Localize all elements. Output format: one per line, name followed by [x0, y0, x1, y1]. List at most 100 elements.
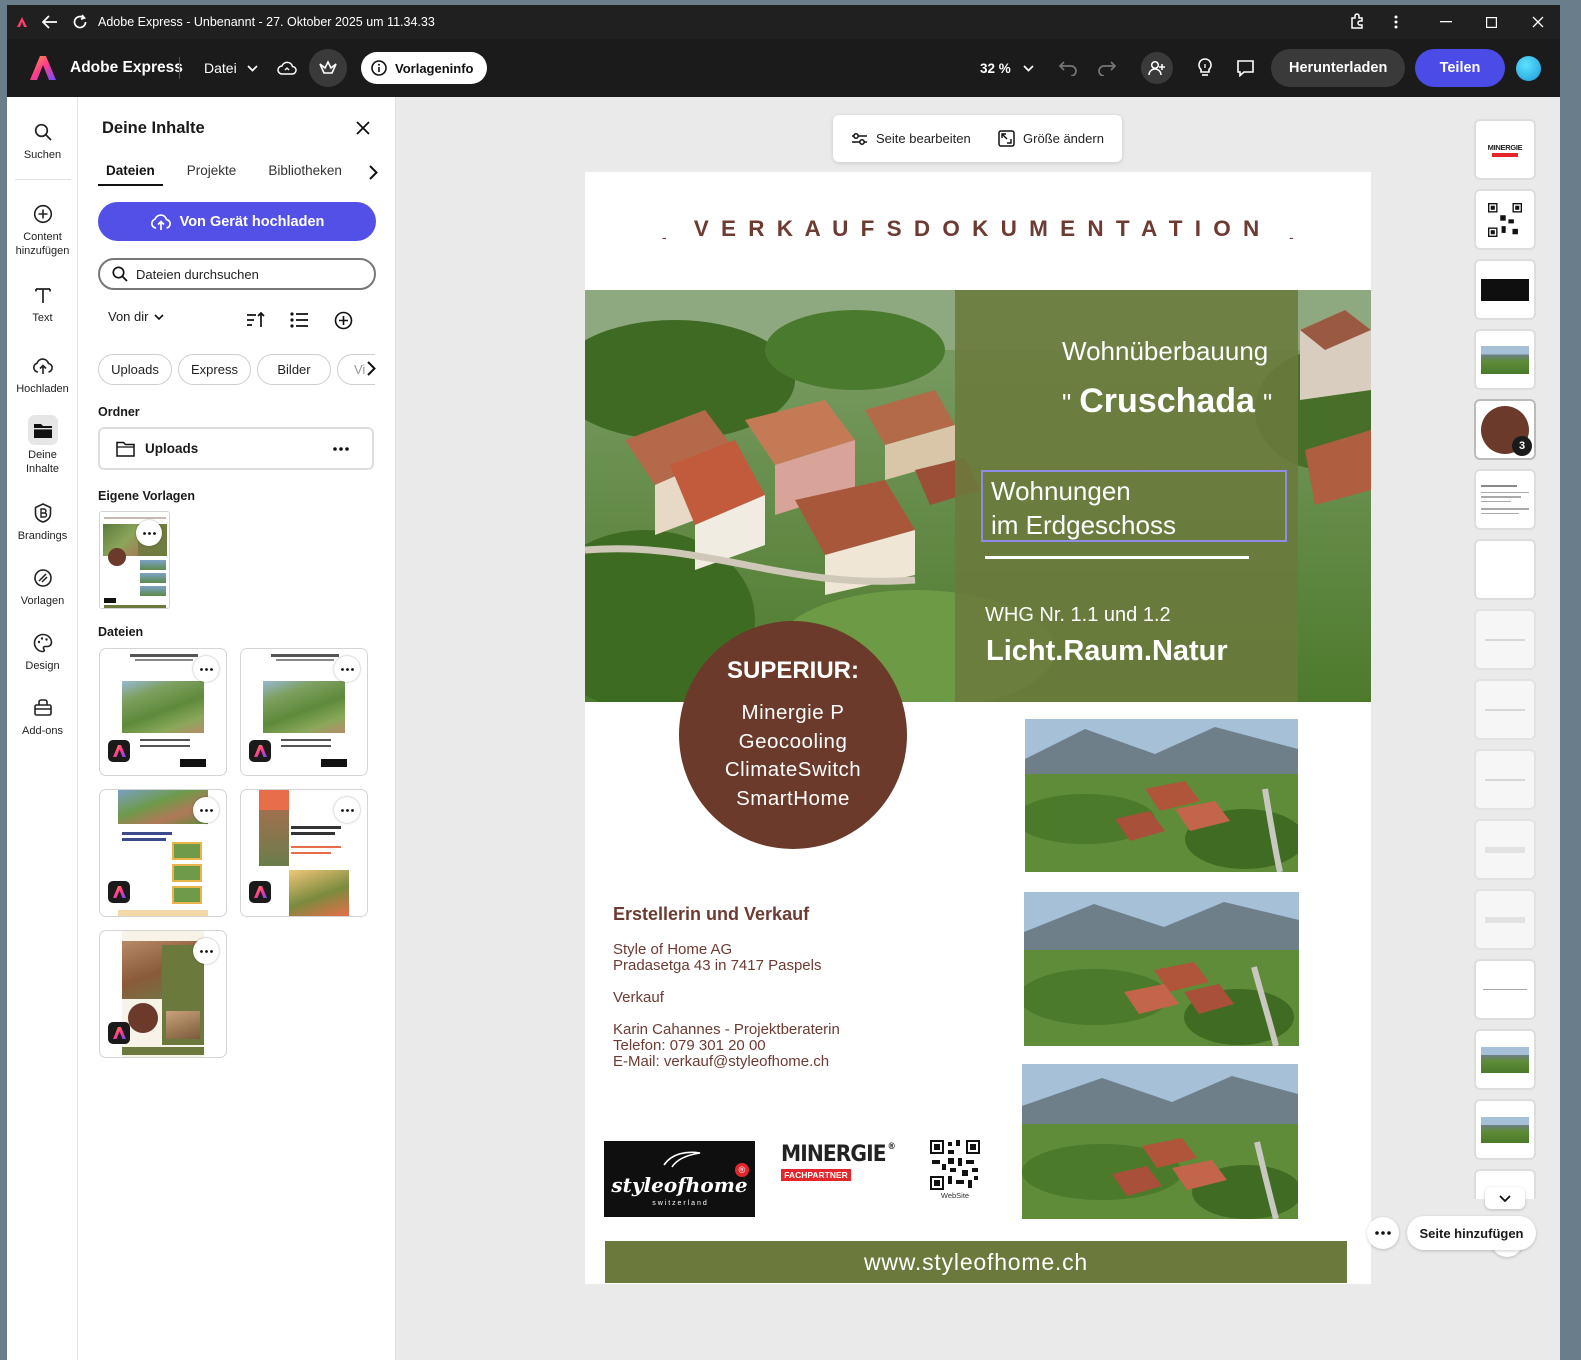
invite-collaborator-button[interactable] [1141, 39, 1173, 97]
magic-premium-button[interactable] [309, 39, 347, 97]
page-options-button[interactable] [1367, 1217, 1399, 1249]
page-thumbnail-strip: MINERGIE 3 [1469, 97, 1560, 1360]
resize-button[interactable]: Größe ändern [998, 130, 1104, 147]
minergie-logo[interactable]: MINERGIE ® FACHPARTNER [781, 1142, 905, 1181]
download-button[interactable]: Herunterladen [1271, 39, 1406, 97]
website-qr-code[interactable]: WebSite [930, 1140, 980, 1200]
page-thumb-14[interactable] [1474, 1029, 1536, 1090]
back-arrow-icon[interactable] [38, 5, 62, 39]
rail-brandings[interactable]: Brandings [7, 500, 78, 543]
redo-icon[interactable] [1097, 39, 1117, 97]
apartment-numbers: WHG Nr. 1.1 und 1.2 [985, 604, 1171, 626]
file-thumbnail-4[interactable] [240, 789, 368, 917]
village-photo-1[interactable] [1025, 719, 1298, 872]
undo-icon[interactable] [1058, 39, 1078, 97]
maximize-icon[interactable] [1478, 5, 1504, 39]
add-page-button[interactable]: Seite hinzufügen [1407, 1216, 1536, 1250]
page-thumb-4[interactable] [1474, 329, 1536, 390]
rail-text[interactable]: Text [7, 282, 78, 325]
page-thumb-2[interactable] [1474, 189, 1536, 250]
search-icon [34, 119, 52, 145]
rail-upload[interactable]: Hochladen [7, 353, 78, 396]
file-menu[interactable]: Datei [204, 39, 258, 97]
list-view-icon[interactable] [290, 312, 309, 328]
own-template-thumbnail[interactable] [99, 511, 170, 609]
adobe-express-logo-icon[interactable] [30, 39, 56, 97]
crown-icon [309, 49, 347, 87]
owner-filter-dropdown[interactable]: Von dir [108, 309, 165, 324]
sort-icon[interactable] [246, 311, 266, 329]
styleofhome-logo[interactable]: styleofhome s w i t z e r l a n d ® [604, 1141, 755, 1217]
document-heading: V E R K A U F S D O K U M E N T A T I O … [693, 216, 1263, 241]
chip-express[interactable]: Express [178, 354, 251, 385]
document-page[interactable]: - V E R K A U F S D O K U M E N T A T I … [585, 172, 1371, 1284]
minimize-icon[interactable] [1433, 5, 1459, 39]
tab-libraries[interactable]: Bibliotheken [260, 163, 350, 186]
page-thumb-7[interactable] [1474, 539, 1536, 600]
chips-chevron-right-icon[interactable] [367, 361, 376, 376]
left-rail: Suchen Content hinzufügen Text Hochladen… [7, 97, 78, 1360]
page-thumb-11[interactable] [1474, 819, 1536, 880]
more-horizontal-icon[interactable] [193, 656, 219, 682]
more-horizontal-icon[interactable] [193, 938, 219, 964]
close-icon[interactable] [356, 121, 370, 135]
scroll-down-button[interactable] [1485, 1187, 1525, 1209]
rail-your-content-label: Deine Inhalte [25, 449, 60, 475]
zoom-dropdown[interactable]: 32 % [980, 39, 1034, 97]
rail-add-content[interactable]: Content hinzufügen [7, 201, 78, 258]
page-thumb-1[interactable]: MINERGIE [1474, 119, 1536, 180]
page-thumb-15[interactable] [1474, 1099, 1536, 1160]
more-horizontal-icon[interactable] [334, 656, 360, 682]
reload-icon[interactable] [68, 5, 92, 39]
extensions-icon[interactable] [1343, 5, 1371, 39]
minergie-registered: ® [887, 1142, 895, 1152]
page-thumb-13[interactable] [1474, 959, 1536, 1020]
cloud-sync-icon[interactable] [277, 39, 297, 97]
tabs-chevron-right-icon[interactable] [369, 165, 378, 180]
more-horizontal-icon[interactable] [334, 797, 360, 823]
page-thumb-9[interactable] [1474, 679, 1536, 740]
page-thumb-5[interactable]: 3 [1474, 399, 1536, 460]
edit-page-button[interactable]: Seite bearbeiten [851, 131, 971, 146]
rail-search[interactable]: Suchen [7, 119, 78, 162]
comment-icon[interactable] [1236, 39, 1255, 97]
page-thumb-6[interactable] [1474, 469, 1536, 530]
canvas-area: Seite bearbeiten Größe ändern - V E R K … [396, 97, 1469, 1360]
file-thumbnail-1[interactable] [99, 648, 227, 776]
chip-images[interactable]: Bilder [257, 354, 331, 385]
page-thumb-12[interactable] [1474, 889, 1536, 950]
chevron-down-icon [1499, 1194, 1511, 1202]
file-thumbnail-2[interactable] [240, 648, 368, 776]
village-photo-3[interactable] [1022, 1064, 1298, 1219]
sliders-icon [852, 132, 867, 145]
tab-files[interactable]: Dateien [98, 163, 163, 186]
file-thumbnail-5[interactable] [99, 930, 227, 1058]
files-search-input[interactable]: Dateien durchsuchen [98, 258, 376, 290]
upload-from-device-button[interactable]: Von Gerät hochladen [98, 202, 376, 241]
rail-your-content[interactable]: Deine Inhalte [7, 415, 78, 476]
chip-uploads[interactable]: Uploads [98, 354, 172, 385]
more-vertical-icon[interactable] [1385, 5, 1407, 39]
rail-templates[interactable]: Vorlagen [7, 565, 78, 608]
template-info-button[interactable]: Vorlageninfo [361, 39, 488, 97]
page-thumb-8[interactable] [1474, 609, 1536, 670]
rail-design[interactable]: Design [7, 630, 78, 673]
share-button[interactable]: Teilen [1415, 39, 1505, 97]
add-circle-icon[interactable] [334, 311, 353, 330]
tab-projects[interactable]: Projekte [179, 163, 245, 186]
folder-filled-icon [27, 415, 58, 445]
village-photo-2[interactable] [1024, 892, 1299, 1046]
more-horizontal-icon[interactable] [193, 797, 219, 823]
more-horizontal-icon[interactable] [136, 520, 162, 546]
rail-addons[interactable]: Add-ons [7, 695, 78, 738]
adobe-express-file-icon [108, 740, 130, 762]
file-thumbnail-3[interactable] [99, 789, 227, 917]
folder-uploads[interactable]: Uploads [98, 427, 374, 470]
close-window-icon[interactable] [1525, 5, 1551, 39]
page-thumb-3[interactable] [1474, 259, 1536, 320]
user-avatar[interactable] [1516, 39, 1541, 97]
page-thumb-10[interactable] [1474, 749, 1536, 810]
more-horizontal-icon[interactable] [333, 446, 349, 451]
lightbulb-icon[interactable] [1197, 39, 1213, 97]
units-textbox-selected[interactable]: Wohnungen im Erdgeschoss [981, 470, 1287, 542]
